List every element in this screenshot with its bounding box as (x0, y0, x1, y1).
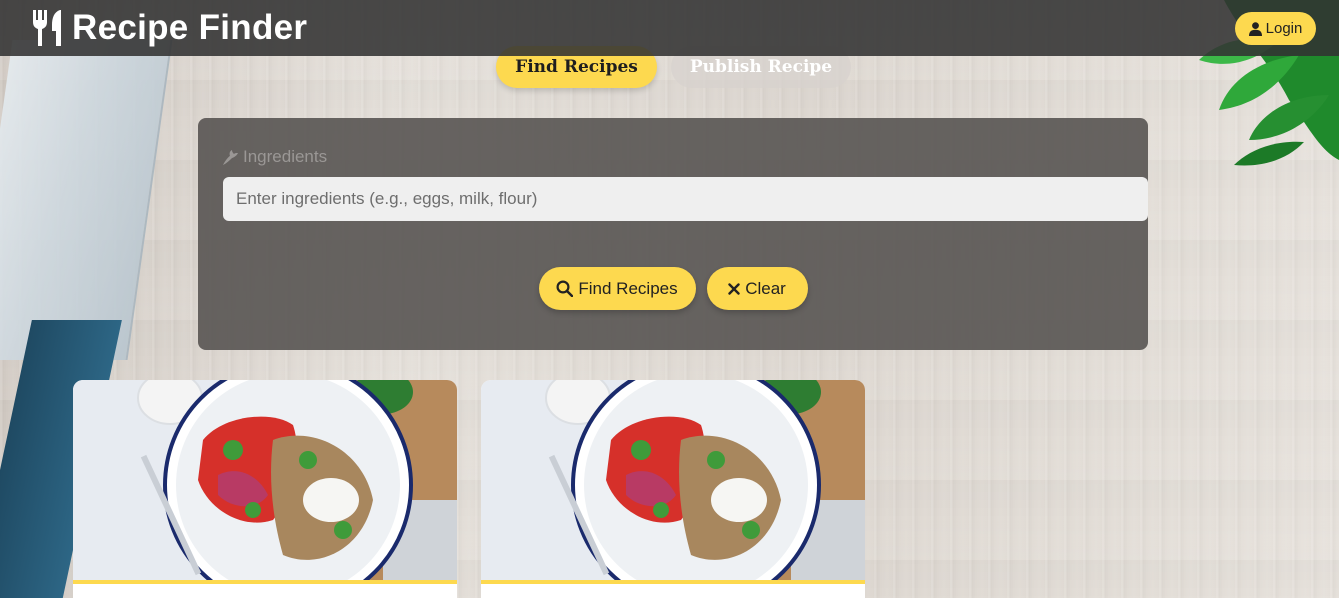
recipe-card[interactable] (73, 380, 457, 598)
top-navbar: Recipe Finder Login (0, 0, 1339, 56)
login-label: Login (1265, 20, 1303, 37)
login-button[interactable]: Login (1235, 12, 1316, 45)
app-title: Recipe Finder (72, 8, 308, 47)
card-accent-bar (73, 580, 457, 584)
search-actions: Find Recipes Clear (198, 267, 1148, 310)
clear-button[interactable]: Clear (706, 267, 808, 310)
ingredients-label: Ingredients (222, 147, 327, 167)
utensils-icon (33, 10, 61, 46)
recipe-photo (73, 380, 457, 580)
find-recipes-button[interactable]: Find Recipes (538, 267, 696, 310)
search-panel: Ingredients Find Recipes Clear (198, 118, 1148, 350)
carrot-icon (223, 149, 238, 165)
search-icon (556, 280, 574, 297)
recipe-photo (481, 380, 865, 580)
ingredients-input[interactable] (223, 177, 1148, 221)
close-icon (728, 282, 740, 295)
find-recipes-label: Find Recipes (578, 278, 678, 298)
clear-label: Clear (745, 278, 786, 298)
knife-blade-decoration (0, 40, 173, 360)
card-accent-bar (481, 580, 865, 584)
user-icon (1248, 21, 1262, 36)
ingredients-label-text: Ingredients (243, 147, 328, 166)
brand[interactable]: Recipe Finder (30, 8, 307, 48)
recipe-card[interactable] (481, 380, 865, 598)
